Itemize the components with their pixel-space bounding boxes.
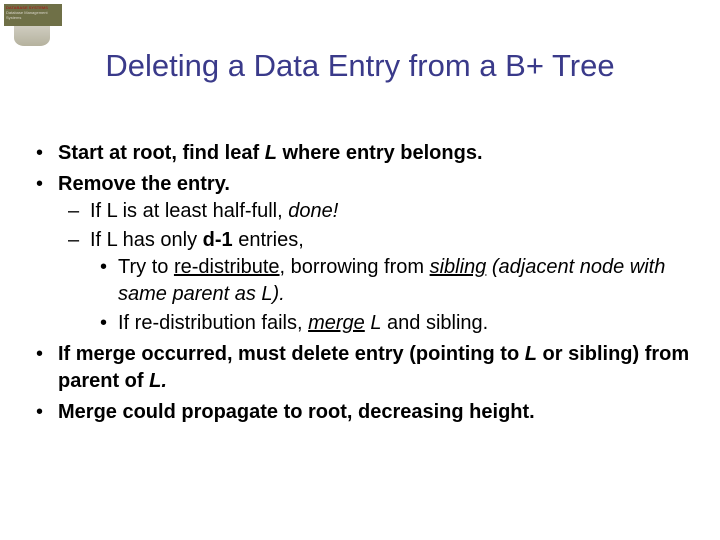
bullet-2b-i: Try to re-distribute, borrowing from sib…: [90, 254, 690, 308]
bullet-1: Start at root, find leaf L where entry b…: [34, 140, 690, 167]
bullet-2b: If L has only d-1 entries, Try to re-dis…: [58, 227, 690, 337]
bullet-3: If merge occurred, must delete entry (po…: [34, 341, 690, 395]
slide: DATABASE SYSTEMS Database Management Sys…: [0, 0, 720, 540]
slide-body: Start at root, find leaf L where entry b…: [34, 140, 690, 430]
b3-L2: L.: [149, 370, 167, 392]
b2bii-post2: and sibling.: [381, 312, 488, 334]
b1-L: L: [265, 142, 277, 164]
book-logo: DATABASE SYSTEMS Database Management Sys…: [4, 4, 62, 48]
bullet-2a: If L is at least half-full, done!: [58, 198, 690, 225]
b2bii-merge: merge: [308, 312, 365, 334]
b1-pre: Start at root, find leaf: [58, 142, 265, 164]
b2b-post: entries,: [233, 229, 304, 251]
book-logo-cylinder-icon: [14, 26, 50, 46]
b2bi-sibling: sibling: [430, 256, 487, 278]
b2bi-redist: re-distribute: [174, 256, 280, 278]
logo-line3: Systems: [6, 15, 21, 20]
b3-pre: If merge occurred, must delete entry (po…: [58, 343, 525, 365]
b2bii-pre: If re-distribution fails,: [118, 312, 308, 334]
b2bi-mid: , borrowing from: [280, 256, 430, 278]
bullet-2: Remove the entry. If L is at least half-…: [34, 171, 690, 337]
b4-text: Merge could propagate to root, decreasin…: [58, 401, 535, 423]
b2b-pre: If L has only: [90, 229, 203, 251]
slide-title: Deleting a Data Entry from a B+ Tree: [0, 48, 720, 84]
b2b-d1: d-1: [203, 229, 233, 251]
b2a-done: done!: [288, 200, 338, 222]
b3-L1: L: [525, 343, 537, 365]
book-logo-top: DATABASE SYSTEMS Database Management Sys…: [4, 4, 62, 26]
b2bii-post1: L: [365, 312, 382, 334]
bullet-4: Merge could propagate to root, decreasin…: [34, 399, 690, 426]
bullet-2b-ii: If re-distribution fails, merge L and si…: [90, 310, 690, 337]
b2a-pre: If L is at least half-full,: [90, 200, 288, 222]
b2bi-pre: Try to: [118, 256, 174, 278]
b1-post: where entry belongs.: [277, 142, 483, 164]
b2-text: Remove the entry.: [58, 173, 230, 195]
